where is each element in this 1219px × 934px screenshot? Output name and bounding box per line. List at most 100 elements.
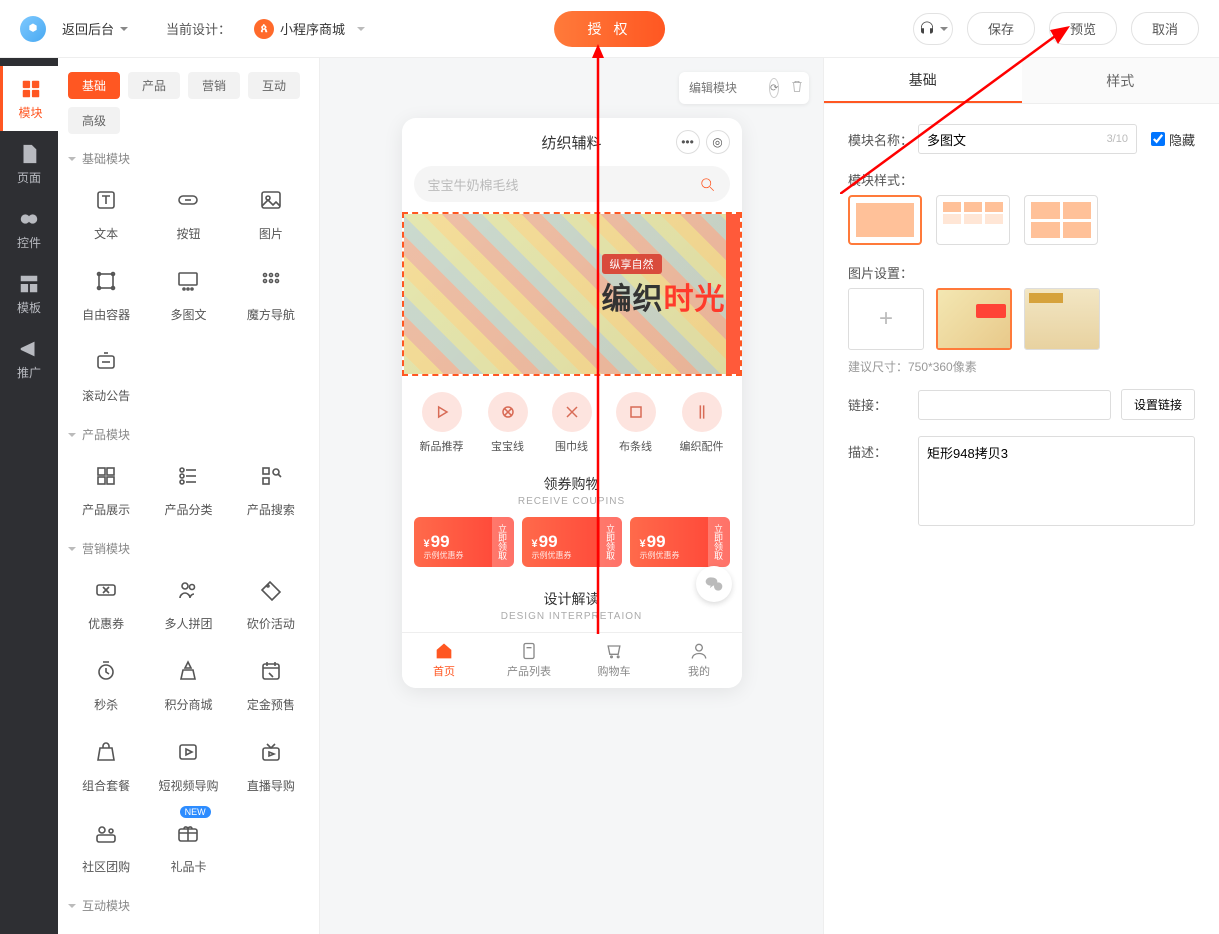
phone-menu-icon[interactable]: ••• (676, 130, 700, 154)
mod-short-video[interactable]: 短视频导购 (150, 729, 226, 800)
mod-bargain[interactable]: 砍价活动 (233, 567, 309, 638)
cat-tab-advanced[interactable]: 高级 (68, 107, 120, 134)
phone-search[interactable]: 宝宝牛奶棉毛线 (414, 166, 730, 202)
tab-products[interactable]: 产品列表 (487, 633, 572, 688)
miniprogram-icon: ጰ (254, 19, 274, 39)
mod-seckill[interactable]: 秒杀 (68, 648, 144, 719)
module-edit-input[interactable] (689, 81, 759, 95)
mod-deposit-presale[interactable]: 定金预售 (233, 648, 309, 719)
module-name-label: 模块名称： (848, 130, 918, 149)
template-icon (18, 273, 40, 295)
mod-product-display[interactable]: 产品展示 (68, 453, 144, 524)
section-marketing[interactable]: 营销模块 (68, 540, 309, 557)
cat-tab-product[interactable]: 产品 (128, 72, 180, 99)
design-name: 小程序商城 (280, 19, 345, 38)
rail-template[interactable]: 模板 (0, 261, 58, 326)
mod-combo[interactable]: 组合套餐 (68, 729, 144, 800)
authorize-button[interactable]: 授 权 (554, 11, 666, 47)
rail-page[interactable]: 页面 (0, 131, 58, 196)
rail-control[interactable]: 控件 (0, 196, 58, 261)
cat-acc[interactable]: 编织配件 (680, 392, 724, 454)
mod-product-category[interactable]: 产品分类 (150, 453, 226, 524)
left-rail: 模块 页面 控件 模板 推广 (0, 58, 58, 934)
mod-scroll-notice[interactable]: 滚动公告 (68, 339, 144, 410)
support-button[interactable] (913, 13, 953, 45)
rail-module[interactable]: 模块 (0, 66, 58, 131)
rail-promote[interactable]: 推广 (0, 326, 58, 391)
row-desc: 描述： (848, 436, 1195, 529)
tab-style[interactable]: 样式 (1022, 58, 1219, 103)
link-label: 链接： (848, 395, 918, 414)
module-refresh[interactable]: ⟳ (769, 78, 779, 98)
phone-target-icon[interactable]: ◎ (706, 130, 730, 154)
tab-home[interactable]: 首页 (402, 633, 487, 688)
mod-coupon[interactable]: 优惠券 (68, 567, 144, 638)
mod-image[interactable]: 图片 (233, 177, 309, 248)
style-opt-1[interactable] (848, 195, 922, 245)
hide-checkbox[interactable]: 隐藏 (1151, 130, 1195, 149)
section-interact[interactable]: 互动模块 (68, 897, 309, 914)
rail-label: 模板 (17, 301, 41, 315)
section-basic[interactable]: 基础模块 (68, 150, 309, 167)
cat-new[interactable]: 新品推荐 (420, 392, 464, 454)
banner-text: 纵享自然 编织时光 (602, 254, 726, 318)
cat-tab-basic[interactable]: 基础 (68, 72, 120, 99)
coupon-item[interactable]: 99示例优惠券立即领取 (414, 517, 514, 567)
top-bar: ⬢ 返回后台 当前设计： ጰ 小程序商城 授 权 保存 预览 取消 (0, 0, 1219, 58)
cat-strip[interactable]: 布条线 (616, 392, 656, 454)
desc-label: 描述： (848, 436, 918, 461)
coupon-item[interactable]: 99示例优惠券立即领取 (630, 517, 730, 567)
link-input[interactable] (927, 397, 1102, 412)
sec-design-title: 设计解读 (402, 581, 742, 611)
design-select[interactable]: ጰ 小程序商城 (239, 12, 380, 46)
mod-multi-image-text[interactable]: 多图文 (150, 258, 226, 329)
tab-basic[interactable]: 基础 (824, 58, 1022, 103)
mod-gift-card[interactable]: NEW礼品卡 (150, 810, 226, 881)
top-right-actions: 保存 预览 取消 (913, 12, 1199, 45)
mod-free-container[interactable]: 自由容器 (68, 258, 144, 329)
back-label: 返回后台 (62, 19, 114, 38)
cat-scarf[interactable]: 围巾线 (552, 392, 592, 454)
mod-community-group[interactable]: 社区团购 (68, 810, 144, 881)
mod-magic-nav[interactable]: 魔方导航 (233, 258, 309, 329)
style-opt-3[interactable] (1024, 195, 1098, 245)
mod-points-mall[interactable]: 积分商城 (150, 648, 226, 719)
cancel-button[interactable]: 取消 (1131, 12, 1199, 45)
banner-module[interactable]: 纵享自然 编织时光 (402, 212, 742, 376)
desc-textarea[interactable] (918, 436, 1195, 526)
wechat-float[interactable] (696, 566, 732, 602)
basic-grid: 文本 按钮 图片 自由容器 多图文 魔方导航 滚动公告 (68, 177, 309, 410)
brand-logo: ⬢ (20, 16, 46, 42)
module-name-input[interactable] (927, 132, 1103, 147)
mod-product-search[interactable]: 产品搜索 (233, 453, 309, 524)
module-delete[interactable] (789, 78, 805, 98)
image-thumb-1[interactable] (936, 288, 1012, 350)
mod-group-buy[interactable]: 多人拼团 (150, 567, 226, 638)
image-thumb-2[interactable] (1024, 288, 1100, 350)
preview-button[interactable]: 预览 (1049, 12, 1117, 45)
module-panel: 基础 产品 营销 互动 高级 基础模块 文本 按钮 图片 自由容器 多图文 魔方… (58, 58, 320, 934)
canvas[interactable]: ⟳ 纺织辅料 ••• ◎ 宝宝牛奶棉毛线 纵享自然 编织时光 (320, 58, 823, 934)
mod-text[interactable]: 文本 (68, 177, 144, 248)
back-button[interactable]: 返回后台 (54, 15, 136, 42)
category-tabs: 基础 产品 营销 互动 高级 (68, 72, 309, 134)
cat-tab-interact[interactable]: 互动 (248, 72, 300, 99)
cat-tab-marketing[interactable]: 营销 (188, 72, 240, 99)
mod-live[interactable]: 直播导购 (233, 729, 309, 800)
sec-coupon-title: 领券购物 (402, 466, 742, 496)
tab-cart[interactable]: 购物车 (572, 633, 657, 688)
image-add[interactable]: + (848, 288, 924, 350)
name-counter: 3/10 (1107, 133, 1128, 145)
mod-button[interactable]: 按钮 (150, 177, 226, 248)
coupons-row: 99示例优惠券立即领取 99示例优惠券立即领取 99示例优惠券立即领取 (402, 517, 742, 581)
section-product[interactable]: 产品模块 (68, 426, 309, 443)
style-opt-2[interactable] (936, 195, 1010, 245)
row-link: 链接： 设置链接 (848, 389, 1195, 420)
cat-baby[interactable]: 宝宝线 (488, 392, 528, 454)
save-button[interactable]: 保存 (967, 12, 1035, 45)
coupon-item[interactable]: 99示例优惠券立即领取 (522, 517, 622, 567)
tab-me[interactable]: 我的 (657, 633, 742, 688)
property-tabs: 基础 样式 (824, 58, 1219, 104)
promote-icon (18, 338, 40, 360)
set-link-button[interactable]: 设置链接 (1121, 389, 1195, 420)
